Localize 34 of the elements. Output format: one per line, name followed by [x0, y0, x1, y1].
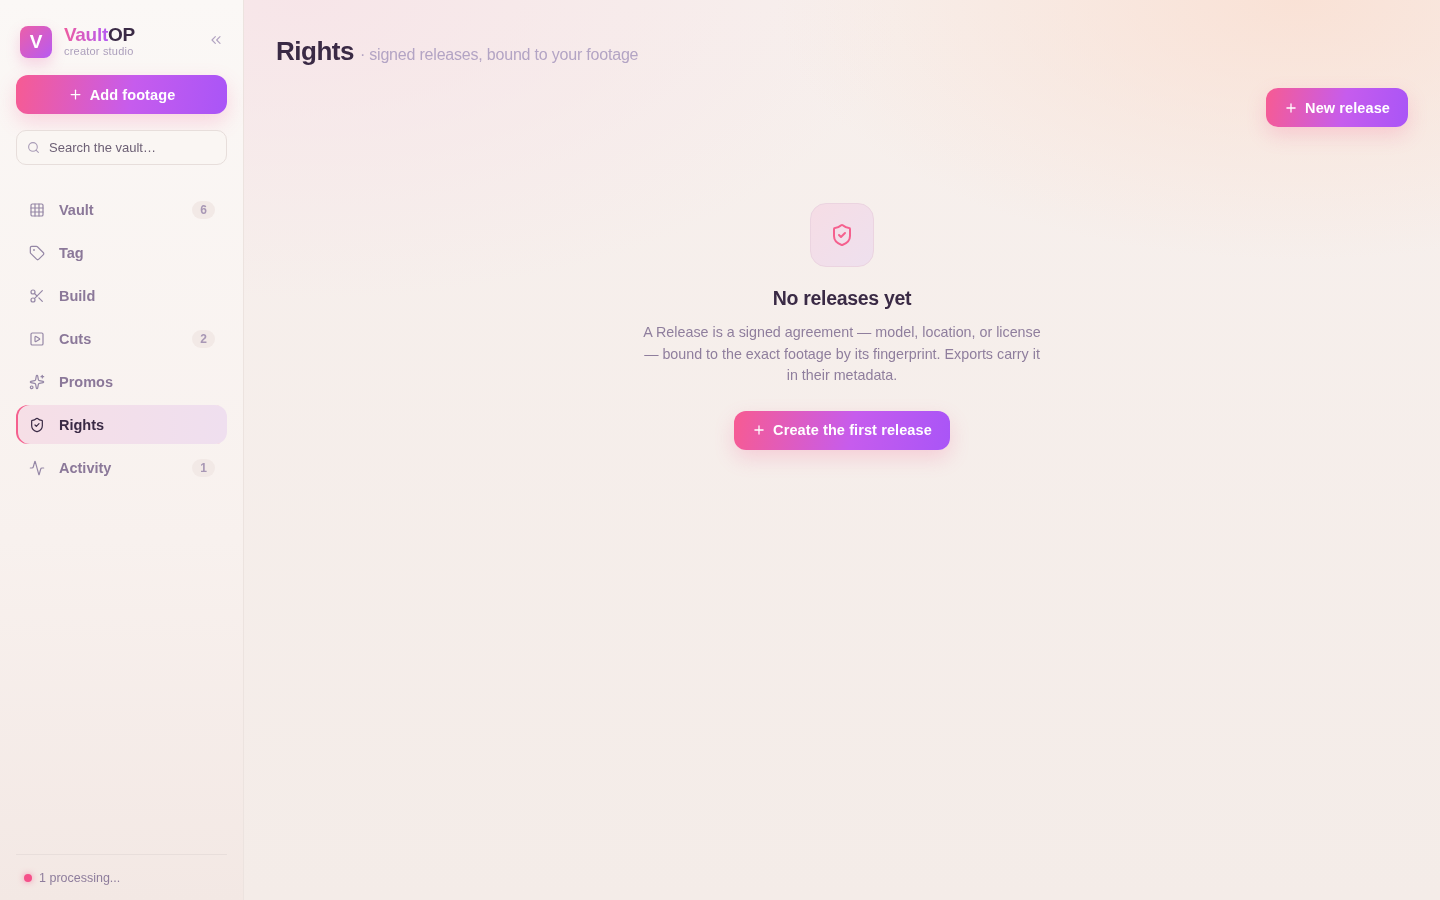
plus-icon: [1284, 100, 1299, 115]
sidebar-nav-item[interactable]: Build: [16, 276, 227, 315]
tag-icon: [29, 244, 45, 261]
sidebar-nav-item[interactable]: Vault 6: [16, 190, 227, 229]
sidebar-nav-item[interactable]: Cuts 2: [16, 319, 227, 358]
brand-tagline: creator studio: [64, 45, 135, 58]
create-release-button[interactable]: Create the first release: [734, 410, 950, 450]
empty-state-description: A Release is a signed agreement — model, location, or license — bound to the exact footage by its fingerprint. Exports carry it in their metadata.: [642, 323, 1042, 385]
plus-icon: [67, 87, 83, 102]
logo-tile: V: [20, 25, 52, 58]
new-release-button[interactable]: New release: [1266, 88, 1408, 127]
grid-icon: [29, 201, 45, 218]
sparkles-icon: [29, 373, 45, 390]
sidebar-nav-item[interactable]: Activity 1: [16, 448, 227, 487]
sidebar-nav-item[interactable]: Rights: [16, 405, 227, 444]
sidebar-nav-item[interactable]: Promos: [16, 362, 227, 401]
scissors-icon: [29, 287, 45, 304]
item-count: 1: [192, 458, 215, 477]
status-dot-icon: [24, 873, 32, 882]
page-subtitle: · signed releases, bound to your footage: [359, 46, 639, 64]
page-title: Rights: [276, 36, 354, 67]
shield-check-icon: [29, 416, 45, 433]
add-footage-button[interactable]: Add footage: [16, 75, 227, 114]
plus-icon: [752, 423, 767, 437]
pulse-line-icon: [29, 459, 45, 476]
empty-state-title: No releases yet: [772, 287, 912, 310]
sidebar-nav-item[interactable]: Tag: [16, 233, 227, 272]
item-count: 2: [192, 329, 215, 348]
status-text: 1 processing...: [39, 870, 121, 885]
play-square-icon: [29, 330, 45, 347]
item-count: 6: [192, 200, 215, 219]
search-field[interactable]: Search the vault…: [16, 130, 227, 165]
search-icon: [27, 141, 40, 154]
shield-check-icon: [810, 203, 874, 267]
